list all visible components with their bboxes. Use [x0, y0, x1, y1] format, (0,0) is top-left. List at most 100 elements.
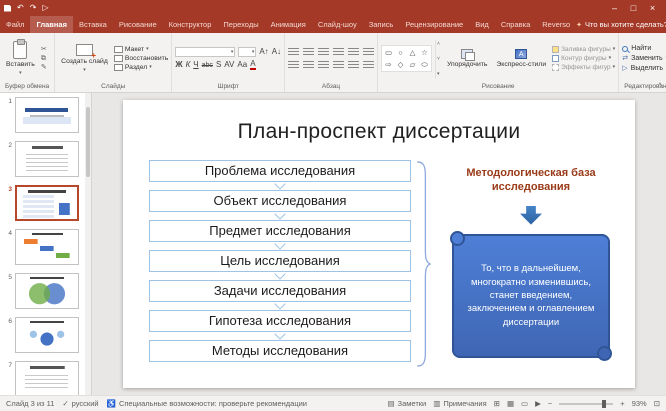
comments-button[interactable]: ▥ Примечания — [433, 399, 486, 408]
arrange-button[interactable]: Упорядочить — [444, 47, 490, 71]
columns-icon[interactable] — [348, 61, 359, 70]
reading-view-icon[interactable]: ▭ — [521, 400, 528, 408]
maximize-button[interactable]: □ — [624, 0, 643, 16]
shape-effects-button[interactable]: Эффекты фигур ▾ — [552, 64, 615, 71]
change-case-button[interactable]: Аа — [237, 61, 247, 69]
methodology-heading[interactable]: Методологическая база исследования — [445, 166, 617, 195]
copy-icon[interactable]: ⧉ — [41, 55, 47, 62]
strikethrough-button[interactable]: abc — [202, 62, 213, 69]
decrease-font-icon[interactable]: А↓ — [272, 48, 281, 56]
scroll-down-icon[interactable]: ˅ — [437, 56, 440, 62]
undo-icon[interactable]: ↶ — [17, 4, 24, 12]
replace-button[interactable]: ⇄ Заменить ▾ — [622, 55, 666, 62]
process-box[interactable]: Методы исследования — [149, 340, 411, 362]
parallelogram-shape-icon[interactable]: ▱ — [407, 59, 418, 70]
line-spacing-icon[interactable] — [348, 48, 359, 57]
layout-button[interactable]: Макет ▾ — [114, 46, 169, 53]
shape-outline-button[interactable]: Контур фигуры ▾ — [552, 55, 615, 62]
ribbon-tab[interactable]: Вид — [469, 16, 495, 33]
scroll-shape[interactable]: То, что в дальнейшем, многократно измени… — [452, 234, 610, 358]
text-direction-icon[interactable] — [363, 48, 374, 57]
zoom-percentage[interactable]: 93% — [632, 399, 647, 408]
ribbon-tab[interactable]: Анимация — [265, 16, 312, 33]
slide-thumbnail[interactable]: 2 — [0, 137, 91, 181]
font-size-combo[interactable]: ▾ — [238, 47, 256, 57]
ellipse-shape-icon[interactable]: ○ — [395, 47, 406, 58]
cut-icon[interactable]: ✂ — [41, 46, 47, 53]
reset-button[interactable]: Восстановить — [114, 55, 169, 62]
notes-button[interactable]: ▤ Заметки — [387, 399, 426, 408]
ribbon-tab[interactable]: Переходы — [217, 16, 264, 33]
align-left-icon[interactable] — [288, 61, 299, 70]
character-spacing-button[interactable]: AV — [224, 61, 234, 69]
bold-button[interactable]: Ж — [175, 61, 182, 69]
new-slide-button[interactable]: Создать слайд ▾ — [58, 42, 111, 75]
bullets-icon[interactable] — [288, 48, 299, 57]
ribbon-tab[interactable]: Конструктор — [163, 16, 218, 33]
ribbon-tab[interactable]: Рисование — [113, 16, 163, 33]
scroll-up-icon[interactable]: ˄ — [437, 41, 440, 47]
format-painter-icon[interactable]: ✎ — [41, 64, 47, 71]
slideshow-view-icon[interactable]: ▶ — [535, 400, 541, 408]
fit-slide-icon[interactable]: ⊡ — [654, 400, 660, 408]
brace-shape[interactable] — [416, 160, 431, 368]
slide-editing-surface[interactable]: План-проспект диссертации Проблема иссле… — [123, 100, 635, 388]
start-slideshow-icon[interactable]: ▷ — [42, 4, 48, 12]
scrollbar-thumb[interactable] — [86, 107, 90, 177]
oval-shape-icon[interactable]: ⬭ — [419, 59, 430, 70]
redo-icon[interactable]: ↷ — [30, 4, 37, 12]
down-arrow-shape[interactable] — [520, 206, 542, 225]
zoom-slider-thumb[interactable] — [602, 400, 606, 408]
indent-decrease-icon[interactable] — [318, 48, 329, 57]
smartart-convert-icon[interactable] — [363, 61, 374, 70]
ribbon-tab[interactable]: Рецензирование — [399, 16, 469, 33]
collapse-ribbon-icon[interactable]: ˄ — [658, 82, 662, 89]
ribbon-tab[interactable]: Файл — [0, 16, 30, 33]
ribbon-tab[interactable]: Reverso — [536, 16, 576, 33]
normal-view-icon[interactable]: ⊞ — [494, 400, 500, 408]
slide-thumbnail[interactable]: 7 — [0, 357, 91, 395]
slide-thumbnail[interactable]: 4 — [0, 225, 91, 269]
increase-font-icon[interactable]: А↑ — [259, 48, 268, 56]
language-button[interactable]: ✓ русский — [62, 399, 98, 408]
zoom-in-button[interactable]: + — [620, 400, 624, 408]
accessibility-checker[interactable]: ♿ Специальные возможности: проверьте рек… — [107, 399, 307, 408]
shape-fill-button[interactable]: Заливка фигуры ▾ — [552, 46, 615, 53]
numbering-icon[interactable] — [303, 48, 314, 57]
triangle-shape-icon[interactable]: △ — [407, 47, 418, 58]
italic-button[interactable]: К — [186, 61, 191, 69]
slide-thumbnail[interactable]: 3 — [0, 181, 91, 225]
shapes-gallery[interactable]: ▭ ○ △ ☆ ⇨ ◇ ▱ ⬭ — [381, 45, 432, 72]
zoom-out-button[interactable]: − — [548, 400, 552, 408]
find-button[interactable]: Найти — [622, 45, 666, 52]
section-button[interactable]: Раздел ▾ — [114, 64, 169, 71]
justify-icon[interactable] — [333, 61, 344, 70]
underline-button[interactable]: Ч — [193, 61, 198, 69]
slide-sorter-icon[interactable]: ▦ — [507, 400, 514, 408]
align-center-icon[interactable] — [303, 61, 314, 70]
ribbon-tab[interactable]: Запись — [363, 16, 400, 33]
text-shadow-button[interactable]: S — [216, 61, 221, 69]
arrow-shape-icon[interactable]: ⇨ — [383, 59, 394, 70]
slide-canvas[interactable]: План-проспект диссертации Проблема иссле… — [92, 93, 666, 395]
paste-button[interactable]: Вставить ▾ — [3, 39, 38, 78]
align-right-icon[interactable] — [318, 61, 329, 70]
ribbon-tab[interactable]: Главная — [30, 16, 73, 33]
thumbnails-scrollbar[interactable] — [85, 93, 91, 395]
shapes-gallery-scroll[interactable]: ˄ ˅ ▾ — [435, 40, 441, 78]
ribbon-tab[interactable]: Справка — [495, 16, 536, 33]
save-icon[interactable] — [4, 5, 11, 12]
tell-me-search[interactable]: ✦ Что вы хотите сделать? — [576, 16, 666, 33]
close-button[interactable]: × — [643, 0, 662, 16]
font-color-button[interactable]: А — [250, 60, 255, 70]
slide-thumbnail[interactable]: 6 — [0, 313, 91, 357]
ribbon-tab[interactable]: Вставка — [73, 16, 113, 33]
minimize-button[interactable]: – — [605, 0, 624, 16]
slide-title[interactable]: План-проспект диссертации — [123, 120, 635, 144]
font-name-combo[interactable]: ▾ — [175, 47, 235, 57]
rectangle-shape-icon[interactable]: ▭ — [383, 47, 394, 58]
ribbon-tab[interactable]: Слайд-шоу — [312, 16, 363, 33]
gallery-more-icon[interactable]: ▾ — [437, 71, 440, 77]
slide-thumbnail[interactable]: 1 — [0, 93, 91, 137]
select-button[interactable]: ▷ Выделить ▾ — [622, 65, 666, 72]
